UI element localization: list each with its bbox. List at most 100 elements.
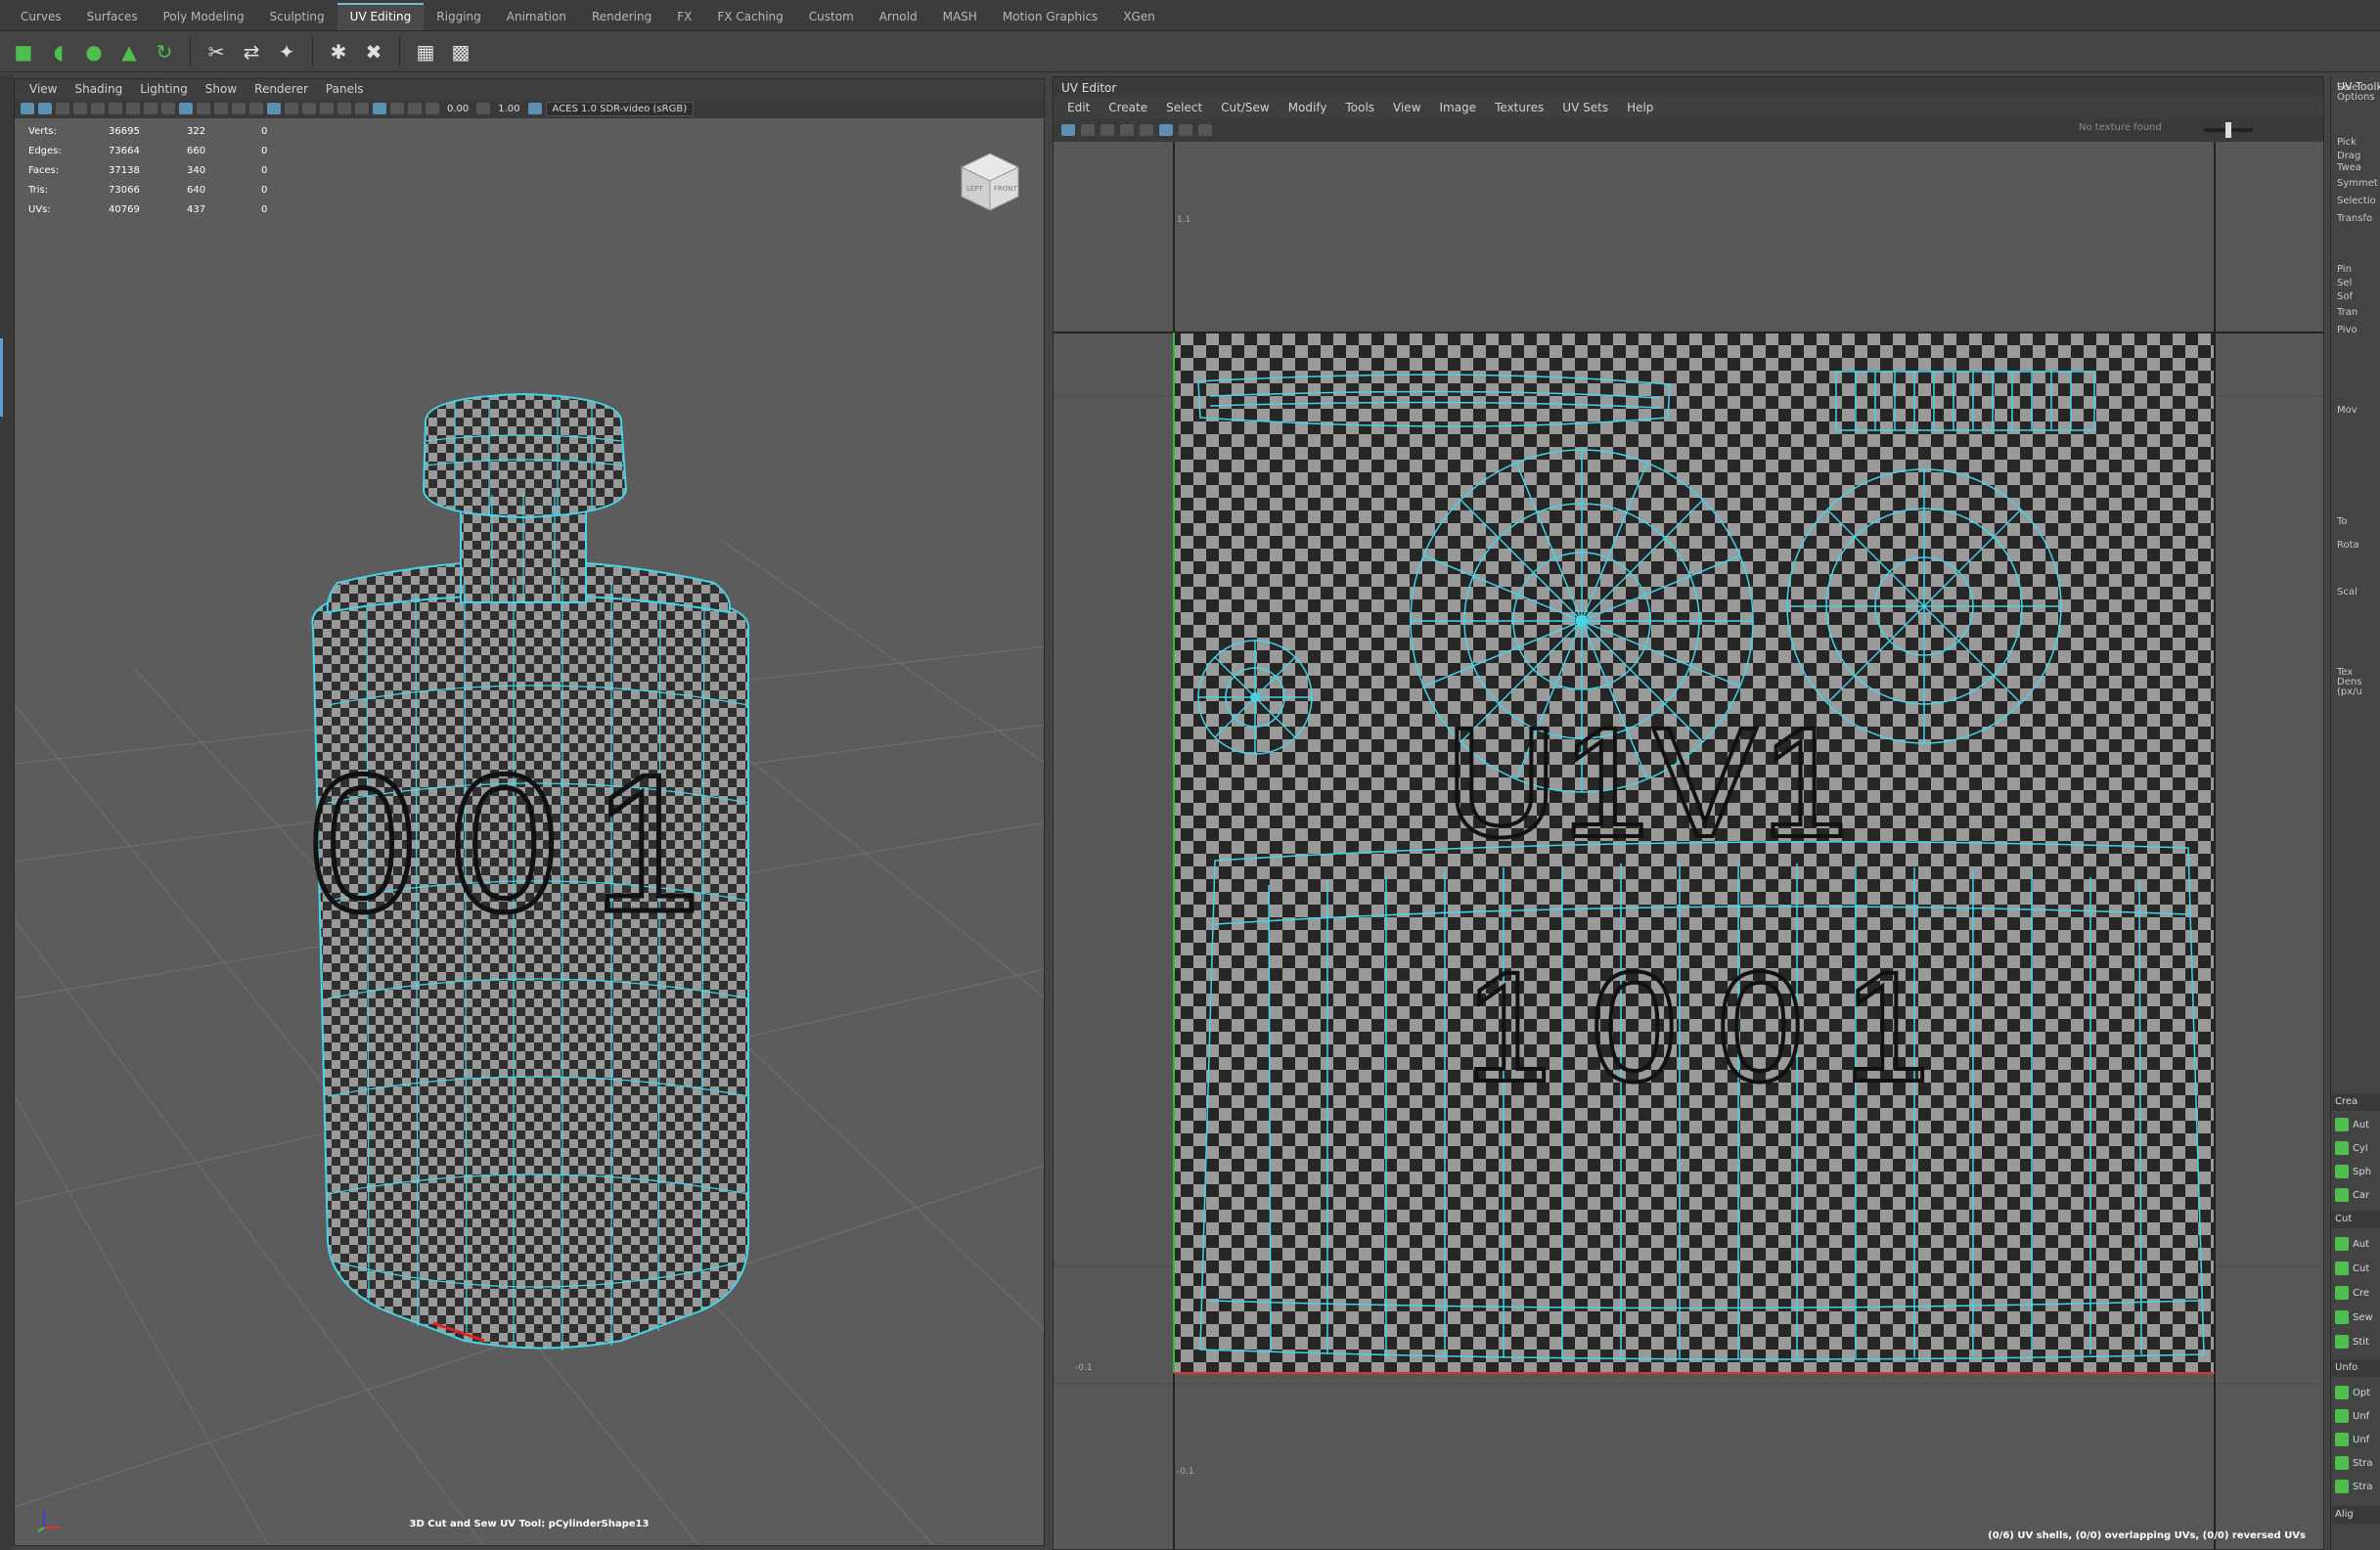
shelf-tab-arnold[interactable]: Arnold: [867, 3, 930, 30]
viewport-scene[interactable]: 001: [15, 118, 1045, 1546]
shelf-tab-rigging[interactable]: Rigging: [424, 3, 493, 30]
xray-components-icon[interactable]: [408, 103, 422, 114]
toolkit-button[interactable]: Cyl: [2335, 1138, 2380, 1158]
shelf-tab-rendering[interactable]: Rendering: [579, 3, 664, 30]
toolkit-item[interactable]: Rota: [2337, 540, 2359, 551]
toolkit-item[interactable]: Tran: [2337, 307, 2358, 318]
toolkit-item[interactable]: Pick: [2337, 137, 2357, 148]
uv-menu-image[interactable]: Image: [1432, 101, 1488, 114]
toolkit-item[interactable]: Transfo: [2337, 213, 2372, 224]
uv-menu-modify[interactable]: Modify: [1280, 101, 1338, 114]
toolkit-item[interactable]: Sof: [2337, 291, 2353, 302]
uv-menu-edit[interactable]: Edit: [1059, 101, 1100, 114]
lights-icon[interactable]: [249, 103, 263, 114]
toolkit-button[interactable]: Car: [2335, 1185, 2380, 1205]
select-camera-icon[interactable]: [21, 103, 34, 114]
uv-menu-uv-sets[interactable]: UV Sets: [1554, 101, 1619, 114]
create-section-header[interactable]: Crea: [2331, 1093, 2380, 1111]
toolkit-item[interactable]: Sele: [2337, 82, 2358, 93]
shelf-tab-xgen[interactable]: XGen: [1110, 3, 1168, 30]
shelf-tab-uv-editing[interactable]: UV Editing: [337, 3, 425, 30]
uv-graph-view[interactable]: 1.1 -0.1 -0.1 U1V1 1001: [1054, 142, 2323, 1550]
shelf-tab-fx-caching[interactable]: FX Caching: [704, 3, 795, 30]
viewport-menu-show[interactable]: Show: [197, 82, 246, 96]
cylindrical-map-icon[interactable]: ◖: [45, 38, 72, 66]
xray-joints-icon[interactable]: [390, 103, 404, 114]
toolkit-item[interactable]: Drag: [2337, 151, 2360, 161]
toolkit-item[interactable]: Sel: [2337, 278, 2352, 288]
color-management-icon[interactable]: [527, 103, 542, 114]
automatic-map-icon[interactable]: ▲: [115, 38, 143, 66]
color-space-dropdown[interactable]: ACES 1.0 SDR-video (sRGB): [545, 101, 695, 116]
toolkit-button[interactable]: Stra: [2335, 1477, 2380, 1496]
shelf-tab-sculpting[interactable]: Sculpting: [257, 3, 337, 30]
uv-shaded-icon[interactable]: [1081, 124, 1095, 136]
cut-uvs-icon[interactable]: ✂: [202, 38, 230, 66]
camera-attributes-icon[interactable]: [38, 103, 52, 114]
uv-toolkit-options-menu[interactable]: Options: [2331, 92, 2380, 106]
viewport-menu-view[interactable]: View: [21, 82, 66, 96]
shelf-tab-fx[interactable]: FX: [664, 3, 704, 30]
shelf-tab-motion-graphics[interactable]: Motion Graphics: [990, 3, 1111, 30]
toolkit-button[interactable]: Sph: [2335, 1162, 2380, 1181]
uv-checker-icon[interactable]: [1159, 124, 1173, 136]
shelf-tab-curves[interactable]: Curves: [8, 3, 74, 30]
isolate-select-icon[interactable]: [355, 103, 369, 114]
unfold-section-header[interactable]: Unfo: [2331, 1359, 2380, 1377]
shelf-tab-surfaces[interactable]: Surfaces: [74, 3, 151, 30]
uv-menu-cut-sew[interactable]: Cut/Sew: [1213, 101, 1280, 114]
ambient-occlusion-icon[interactable]: [285, 103, 298, 114]
uv-menu-view[interactable]: View: [1385, 101, 1431, 114]
uv-filter-icon[interactable]: [1179, 124, 1192, 136]
viewport-menu-renderer[interactable]: Renderer: [246, 82, 317, 96]
texture-slider-handle[interactable]: [2225, 122, 2231, 138]
sew-uvs-icon[interactable]: ⇄: [238, 38, 265, 66]
align-section-header[interactable]: Alig: [2331, 1506, 2380, 1524]
toolkit-item[interactable]: Pivo: [2337, 325, 2358, 335]
toolkit-button[interactable]: Sew: [2335, 1307, 2380, 1327]
uv-grid-icon[interactable]: [1120, 124, 1134, 136]
shelf-tab-animation[interactable]: Animation: [494, 3, 579, 30]
viewport-menu-lighting[interactable]: Lighting: [131, 82, 197, 96]
toolkit-item[interactable]: Scal: [2337, 587, 2358, 598]
film-gate-icon[interactable]: [109, 103, 122, 114]
field-chart-icon[interactable]: [161, 103, 175, 114]
viewport-panel[interactable]: View Shading Lighting Show Renderer Panels 0.…: [14, 78, 1045, 1546]
uv-menu-textures[interactable]: Textures: [1487, 101, 1554, 114]
toolkit-button[interactable]: Aut: [2335, 1115, 2380, 1134]
motion-blur-icon[interactable]: [302, 103, 316, 114]
uv-editor-icon[interactable]: ▩: [447, 38, 474, 66]
toolkit-button[interactable]: Aut: [2335, 1234, 2380, 1254]
toolkit-item[interactable]: Twea: [2337, 162, 2361, 173]
create-uv-shell-icon[interactable]: ✦: [273, 38, 300, 66]
shelf-tab-mash[interactable]: MASH: [930, 3, 990, 30]
toolkit-button[interactable]: Stra: [2335, 1453, 2380, 1473]
toolkit-button[interactable]: Cre: [2335, 1283, 2380, 1303]
textured-icon[interactable]: [232, 103, 246, 114]
smooth-shade-icon[interactable]: [197, 103, 210, 114]
uv-menu-help[interactable]: Help: [1619, 101, 1664, 114]
uv-distortion-icon[interactable]: [1100, 124, 1114, 136]
grid-icon[interactable]: [91, 103, 105, 114]
shelf-tab-custom[interactable]: Custom: [796, 3, 867, 30]
uv-menu-create[interactable]: Create: [1100, 101, 1158, 114]
wireframe-icon[interactable]: [179, 103, 193, 114]
uv-toggle-icon[interactable]: [1061, 124, 1075, 136]
toolkit-item[interactable]: Mov: [2337, 405, 2358, 416]
contour-stretch-icon[interactable]: ↻: [151, 38, 178, 66]
uv-menu-tools[interactable]: Tools: [1337, 101, 1385, 114]
bookmark-icon[interactable]: [56, 103, 69, 114]
anti-alias-icon[interactable]: [320, 103, 334, 114]
toolkit-item[interactable]: Pin: [2337, 264, 2352, 275]
optimize-icon[interactable]: ✖: [360, 38, 387, 66]
toolkit-button[interactable]: Cut: [2335, 1259, 2380, 1278]
resolution-gate-icon[interactable]: [126, 103, 140, 114]
toolkit-item[interactable]: To: [2337, 516, 2348, 527]
depth-of-field-icon[interactable]: [337, 103, 351, 114]
planar-map-icon[interactable]: ■: [10, 38, 37, 66]
shaded-wireframe-icon[interactable]: [214, 103, 228, 114]
toolkit-button[interactable]: Unf: [2335, 1430, 2380, 1449]
toolkit-button[interactable]: Opt: [2335, 1383, 2380, 1402]
gate-mask-icon[interactable]: [144, 103, 157, 114]
shadows-icon[interactable]: [267, 103, 281, 114]
